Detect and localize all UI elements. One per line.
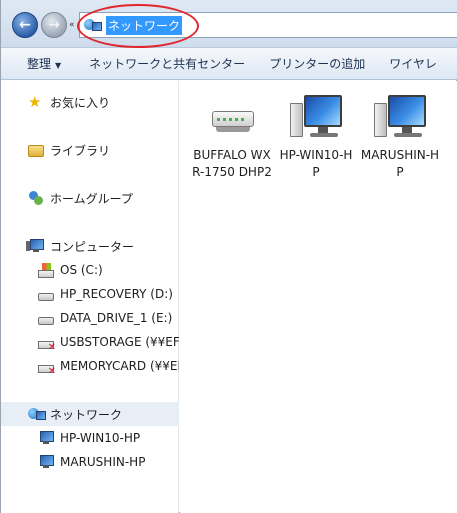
device-label: HP-WIN10-HP xyxy=(279,148,353,179)
nav-item-hp-win10-hp[interactable]: HP-WIN10-HP xyxy=(1,426,179,450)
nav-item-network[interactable]: ネットワーク xyxy=(1,402,179,426)
nav-label: MARUSHIN-HP xyxy=(60,455,146,469)
router-icon xyxy=(204,91,260,141)
nav-label: MEMORYCARD (¥¥EI xyxy=(60,359,179,373)
star-icon: ★ xyxy=(28,93,42,111)
computer-icon xyxy=(288,91,344,141)
device-label: MARUSHIN-HP xyxy=(360,148,440,179)
nav-label: お気に入り xyxy=(50,95,111,110)
explorer-window: ← → « ネットワーク 整理 ▼ ネットワークと共有センター プリンターの追加 … xyxy=(0,0,457,513)
nav-label: DATA_DRIVE_1 (E:) xyxy=(60,311,173,325)
network-device-hp-win10-hp[interactable]: HP-WIN10-HP xyxy=(276,91,356,181)
computer-icon xyxy=(372,91,428,141)
nav-item-homegroup[interactable]: ホームグループ xyxy=(1,186,179,210)
recent-pages-button[interactable]: « xyxy=(69,20,75,30)
homegroup-icon xyxy=(28,190,44,206)
address-bar[interactable]: ネットワーク xyxy=(79,12,457,38)
address-bar-region: ← → « ネットワーク xyxy=(1,0,457,48)
arrow-left-icon: ← xyxy=(19,17,31,33)
os-drive-icon xyxy=(38,262,54,278)
nav-label: USBSTORAGE (¥¥EF xyxy=(60,335,179,349)
nav-item-drive-d[interactable]: HP_RECOVERY (D:) xyxy=(1,282,179,306)
network-sharing-center-button[interactable]: ネットワークと共有センター xyxy=(77,55,257,72)
navigation-pane: ★ お気に入り ライブラリ ホームグループ コンピューター OS (C:) HP… xyxy=(1,81,179,513)
nav-item-memorycard[interactable]: MEMORYCARD (¥¥EI xyxy=(1,354,179,378)
arrow-right-icon: → xyxy=(48,17,60,33)
back-button[interactable]: ← xyxy=(12,12,38,38)
nav-label: HP-WIN10-HP xyxy=(60,431,141,445)
network-icon xyxy=(28,406,46,422)
add-printer-button[interactable]: プリンターの追加 xyxy=(257,55,377,72)
drive-icon xyxy=(38,317,54,325)
organize-label: 整理 xyxy=(27,57,52,71)
network-icon xyxy=(84,17,102,33)
organize-button[interactable]: 整理 ▼ xyxy=(1,55,77,72)
drive-icon xyxy=(38,293,54,301)
double-chevron-icon: « xyxy=(69,20,75,30)
network-device-router[interactable]: BUFFALO WXR-1750 DHP2 xyxy=(192,91,272,181)
wireless-button[interactable]: ワイヤレ xyxy=(377,55,449,72)
library-icon xyxy=(28,145,44,157)
nav-item-computer[interactable]: コンピューター xyxy=(1,234,179,258)
nav-label: OS (C:) xyxy=(60,263,103,277)
nav-item-drive-e[interactable]: DATA_DRIVE_1 (E:) xyxy=(1,306,179,330)
disconnected-drive-icon xyxy=(38,341,56,353)
disconnected-drive-icon xyxy=(38,365,56,377)
nav-item-libraries[interactable]: ライブラリ xyxy=(1,138,179,162)
nav-item-usbstorage[interactable]: USBSTORAGE (¥¥EF xyxy=(1,330,179,354)
forward-button[interactable]: → xyxy=(41,12,67,38)
nav-label: コンピューター xyxy=(50,239,135,254)
dropdown-caret-icon: ▼ xyxy=(55,61,62,70)
computer-icon xyxy=(38,430,54,446)
address-text[interactable]: ネットワーク xyxy=(106,15,183,35)
network-device-marushin-hp[interactable]: MARUSHIN-HP xyxy=(360,91,440,181)
computer-icon xyxy=(38,454,54,470)
nav-label: HP_RECOVERY (D:) xyxy=(60,287,173,301)
command-bar: 整理 ▼ ネットワークと共有センター プリンターの追加 ワイヤレ xyxy=(1,48,457,80)
content-pane: BUFFALO WXR-1750 DHP2 HP-WIN10-HP MARUSH… xyxy=(180,81,457,513)
nav-item-drive-c[interactable]: OS (C:) xyxy=(1,258,179,282)
nav-label: ホームグループ xyxy=(50,191,133,206)
computer-icon xyxy=(26,238,44,254)
device-label: BUFFALO WXR-1750 DHP2 xyxy=(192,148,272,179)
nav-label: ライブラリ xyxy=(50,143,111,158)
nav-label: ネットワーク xyxy=(50,407,123,422)
nav-item-marushin-hp[interactable]: MARUSHIN-HP xyxy=(1,450,179,474)
nav-item-favorites[interactable]: ★ お気に入り xyxy=(1,90,179,114)
